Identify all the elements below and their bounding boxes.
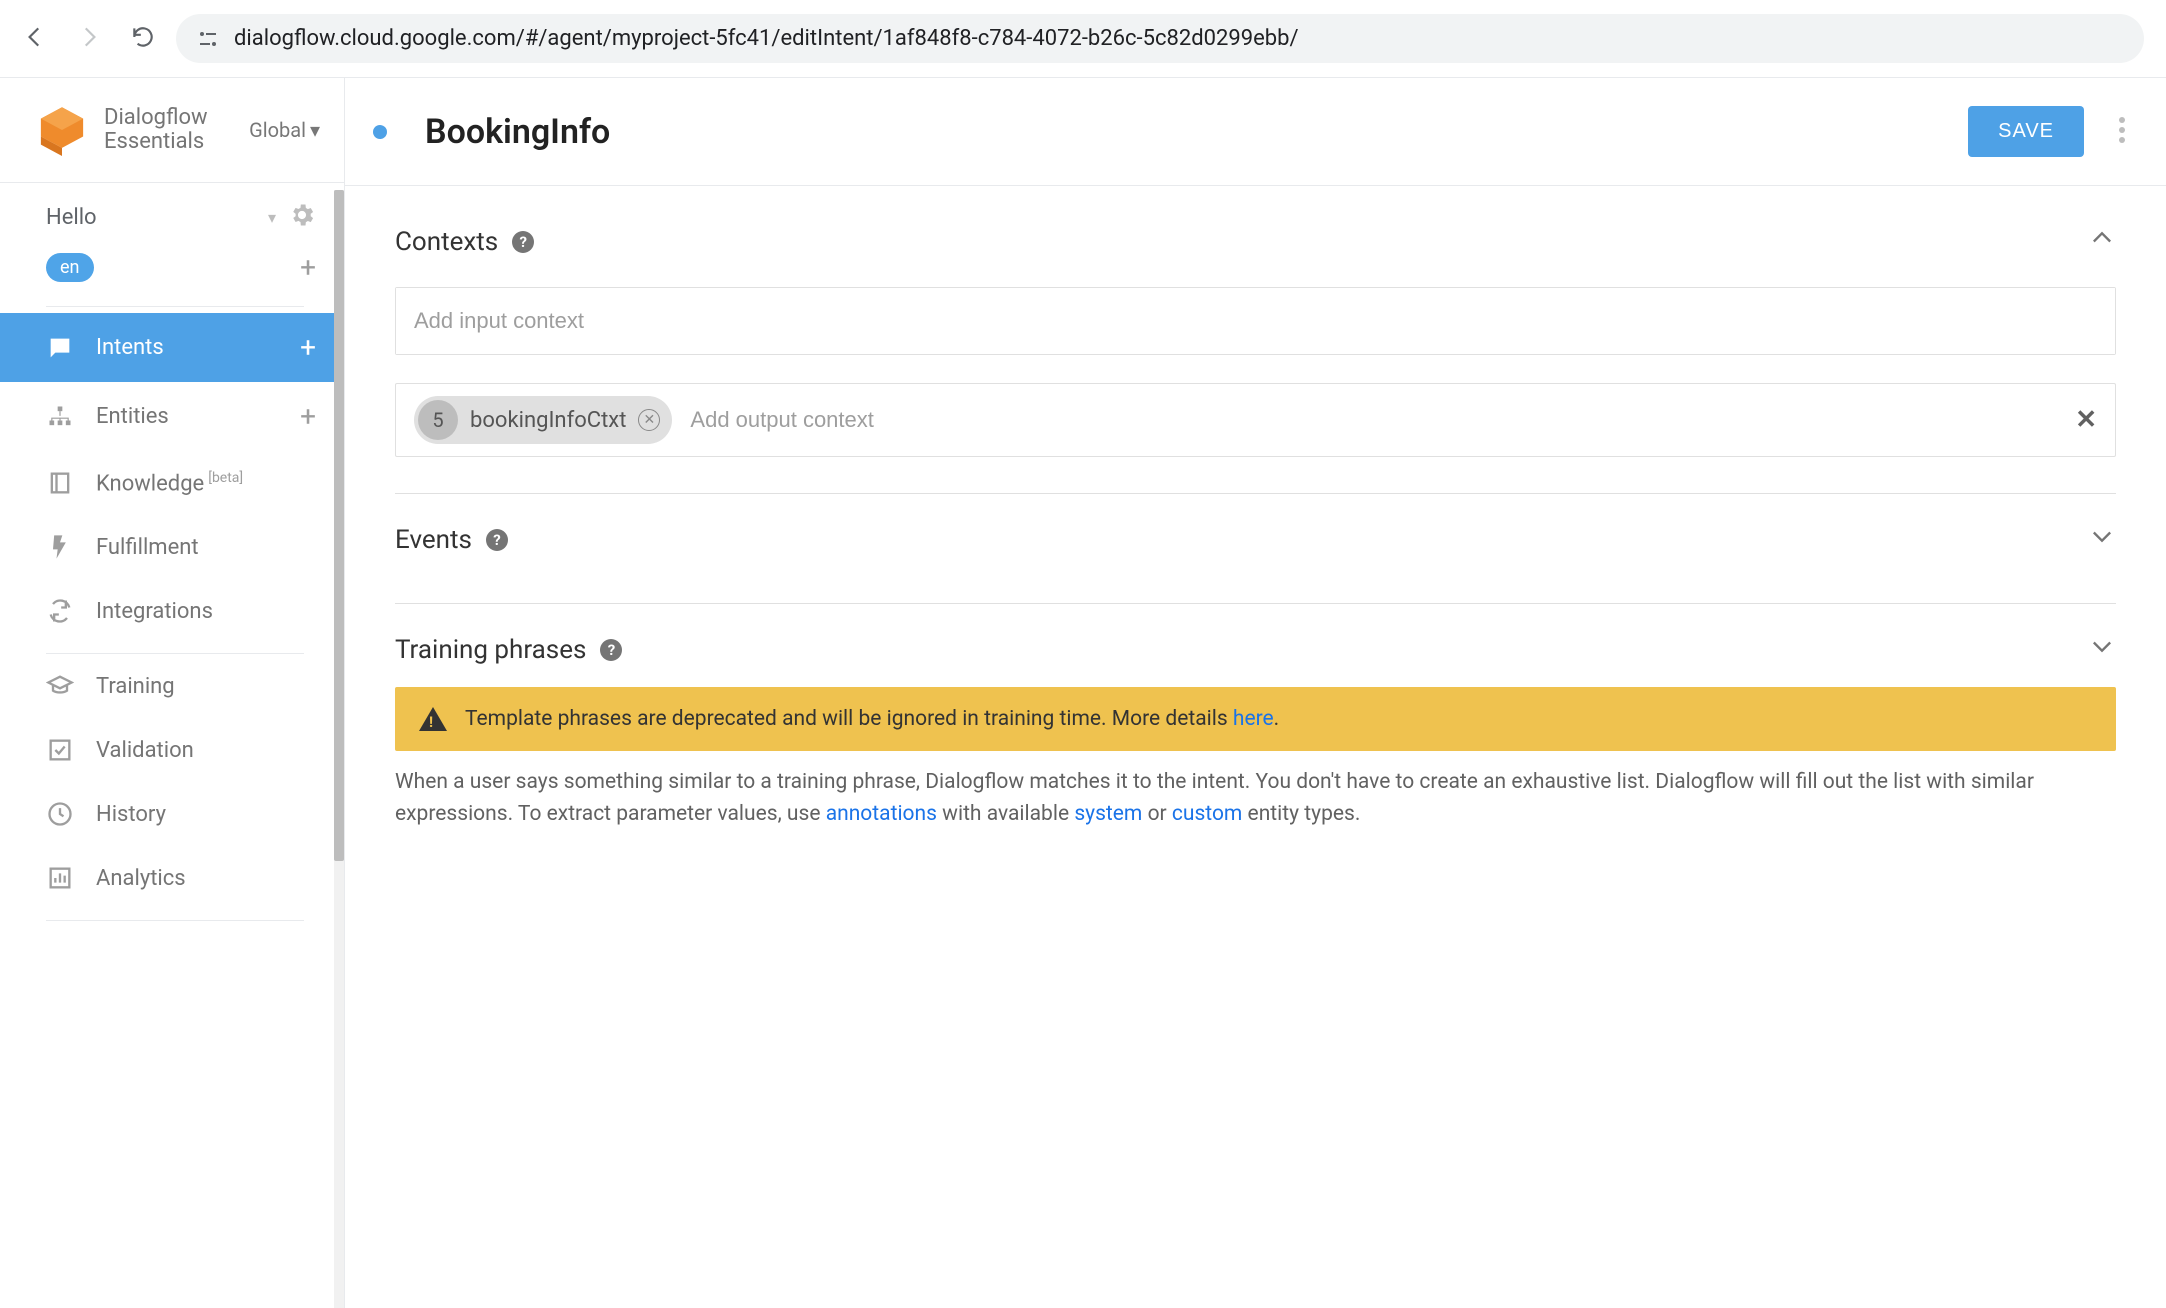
context-chip: 5 bookingInfoCtxt ✕ [414,396,672,444]
sidebar: Dialogflow Essentials Global ▾ Hello ▾ e… [0,78,345,1308]
fulfillment-icon [46,533,74,561]
agent-selector[interactable]: Hello ▾ [0,183,344,241]
browser-nav-icons [22,24,156,54]
input-context-field[interactable] [396,288,2115,354]
sidebar-item-intents[interactable]: Intents + [0,313,344,382]
output-context-box: 5 bookingInfoCtxt ✕ ✕ [395,383,2116,457]
help-icon[interactable]: ? [486,529,508,551]
warning-link[interactable]: here [1233,707,1274,731]
caret-down-icon: ▾ [268,208,276,227]
section-title: Events [395,525,472,555]
input-context-box [395,287,2116,355]
section-header-events[interactable]: Events ? [395,512,2116,567]
context-chip-count[interactable]: 5 [418,400,458,440]
section-title: Training phrases [395,635,586,665]
caret-down-icon: ▾ [310,118,320,142]
sidebar-item-entities[interactable]: Entities + [0,382,344,451]
chevron-down-icon[interactable] [2088,632,2116,667]
help-icon[interactable]: ? [600,639,622,661]
warning-icon [419,707,447,731]
sidebar-item-validation[interactable]: Validation [0,718,344,782]
brand-block: Dialogflow Essentials Global ▾ [0,78,344,183]
save-button[interactable]: SAVE [1968,106,2084,157]
sidebar-item-integrations[interactable]: Integrations [0,579,344,643]
link-custom[interactable]: custom [1172,802,1242,826]
nav-list: Intents + Entities + Knowledge[beta] Ful… [0,307,344,921]
url-text: dialogflow.cloud.google.com/#/agent/mypr… [234,26,1299,51]
language-row: en + [0,241,344,304]
warning-text: Template phrases are deprecated and will… [465,707,1279,731]
chevron-up-icon[interactable] [2088,224,2116,259]
forward-icon[interactable] [76,24,102,54]
browser-chrome: dialogflow.cloud.google.com/#/agent/mypr… [0,0,2166,78]
sidebar-item-knowledge[interactable]: Knowledge[beta] [0,451,344,515]
help-icon[interactable]: ? [512,231,534,253]
agent-name: Hello [46,205,256,230]
sidebar-item-history[interactable]: History [0,782,344,846]
add-language-button[interactable]: + [300,251,316,284]
training-help-text: When a user says something similar to a … [395,767,2116,830]
section-header-contexts[interactable]: Contexts ? [395,214,2116,269]
divider [46,920,304,921]
knowledge-icon [46,469,74,497]
site-settings-icon [196,27,220,51]
validation-icon [46,736,74,764]
intent-header: BookingInfo SAVE [345,78,2166,186]
reload-icon[interactable] [130,24,156,54]
entities-icon [46,403,74,431]
analytics-icon [46,864,74,892]
training-icon [46,672,74,700]
language-pill[interactable]: en [46,253,94,282]
sidebar-item-training[interactable]: Training [0,654,344,718]
section-title: Contexts [395,227,498,257]
integrations-icon [46,597,74,625]
chevron-down-icon[interactable] [2088,522,2116,557]
clear-output-contexts-icon[interactable]: ✕ [2075,405,2097,435]
gear-icon[interactable] [288,201,316,233]
warning-banner: Template phrases are deprecated and will… [395,687,2116,751]
remove-chip-icon[interactable]: ✕ [638,409,660,431]
sidebar-scrollbar[interactable] [334,190,344,1308]
main-content: BookingInfo SAVE Contexts ? 5 [345,78,2166,1308]
context-chip-label: bookingInfoCtxt [458,408,638,433]
unsaved-dot-icon [373,125,387,139]
history-icon [46,800,74,828]
sidebar-item-fulfillment[interactable]: Fulfillment [0,515,344,579]
section-header-training[interactable]: Training phrases ? [395,622,2116,677]
link-system[interactable]: system [1074,802,1142,826]
more-menu-button[interactable] [2118,116,2126,148]
output-context-field[interactable] [684,399,2063,441]
add-entity-button[interactable]: + [300,400,316,433]
intents-icon [46,334,74,362]
section-events: Events ? [395,512,2116,567]
add-intent-button[interactable]: + [300,331,316,364]
divider [395,493,2116,494]
intent-title[interactable]: BookingInfo [425,112,1948,152]
region-selector[interactable]: Global ▾ [249,118,320,142]
section-training-phrases: Training phrases ? Template phrases are … [395,622,2116,830]
dialogflow-logo-icon [36,104,88,156]
sidebar-item-analytics[interactable]: Analytics [0,846,344,910]
section-contexts: Contexts ? 5 bookingInfoCtxt ✕ ✕ [395,214,2116,457]
url-bar[interactable]: dialogflow.cloud.google.com/#/agent/mypr… [176,14,2144,63]
link-annotations[interactable]: annotations [826,802,937,826]
brand-text: Dialogflow Essentials [104,106,208,154]
divider [395,603,2116,604]
back-icon[interactable] [22,24,48,54]
